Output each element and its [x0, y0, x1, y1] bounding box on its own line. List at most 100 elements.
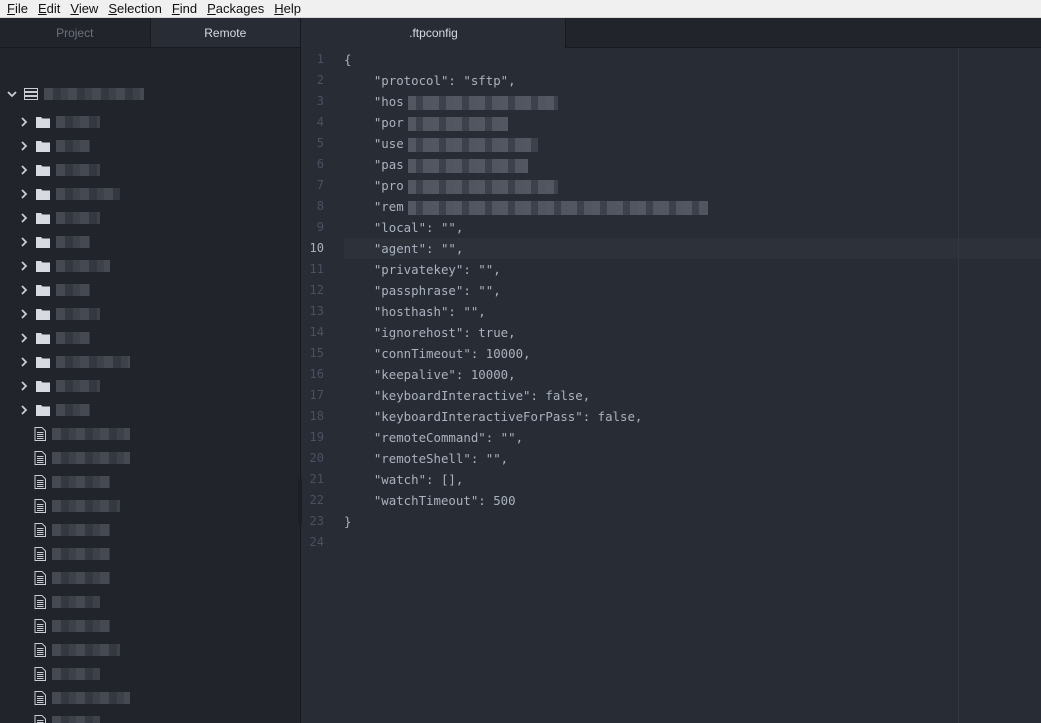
- tree-folder-item[interactable]: [18, 328, 90, 348]
- line-number: 21: [309, 472, 324, 486]
- tree-folder-item[interactable]: [18, 136, 90, 156]
- folder-icon: [36, 333, 50, 344]
- code-text: "hosthash": "",: [344, 304, 486, 319]
- line-number: 2: [316, 73, 324, 87]
- line-number: 1: [316, 52, 324, 66]
- chevron-wrapper: [18, 356, 30, 368]
- editor-tab-ftpconfig[interactable]: .ftpconfig: [302, 18, 566, 48]
- chevron-right-icon: [21, 189, 28, 199]
- tree-file-item[interactable]: [34, 640, 120, 660]
- redacted-name: [56, 116, 100, 128]
- menu-edit[interactable]: Edit: [35, 0, 67, 17]
- code-line: "keyboardInteractive": false,: [344, 385, 1041, 406]
- tree-file-item[interactable]: [34, 544, 110, 564]
- tree-folder-item[interactable]: [18, 280, 90, 300]
- tree-file-item[interactable]: [34, 664, 100, 684]
- menu-find[interactable]: Find: [169, 0, 204, 17]
- file-text-icon: [34, 643, 46, 657]
- tree-file-item[interactable]: [34, 592, 100, 612]
- code-text: "privatekey": "",: [344, 262, 501, 277]
- redacted-value: [407, 95, 558, 110]
- tree-folder-item[interactable]: [18, 376, 100, 396]
- file-text-icon: [34, 523, 46, 537]
- folder-icon: [36, 213, 50, 224]
- menu-view[interactable]: View: [67, 0, 105, 17]
- tree-file-item[interactable]: [34, 496, 120, 516]
- tab-project[interactable]: Project: [0, 18, 150, 47]
- code-line: }: [344, 511, 1041, 532]
- chevron-wrapper: [18, 380, 30, 392]
- line-number: 13: [309, 304, 324, 318]
- code-text: "passphrase": "",: [344, 283, 501, 298]
- file-text-icon: [34, 571, 46, 585]
- menu-selection[interactable]: Selection: [105, 0, 168, 17]
- line-number: 15: [309, 346, 324, 360]
- folder-icon: [36, 261, 50, 272]
- tree-file-item[interactable]: [34, 616, 110, 636]
- tree-root-server[interactable]: [0, 84, 300, 104]
- redacted-name: [44, 88, 144, 100]
- tree-folder-item[interactable]: [18, 208, 100, 228]
- menu-label-rest: ackages: [215, 1, 265, 16]
- redacted-value: [407, 137, 538, 152]
- code-text: "pas: [344, 157, 404, 172]
- menu-label-rest: ind: [179, 1, 198, 16]
- code-text: "keyboardInteractive": false,: [344, 388, 591, 403]
- chevron-right-icon: [21, 117, 28, 127]
- tab-remote[interactable]: Remote: [149, 18, 300, 47]
- tree-folder-item[interactable]: [18, 232, 90, 252]
- tree-file-item[interactable]: [34, 688, 130, 708]
- chevron-right-icon: [21, 333, 28, 343]
- menu-file[interactable]: File: [4, 0, 35, 17]
- code-text: "watch": [],: [344, 472, 464, 487]
- file-text-icon: [34, 499, 46, 513]
- file-text-icon: [34, 451, 46, 465]
- code-text: "pro: [344, 178, 404, 193]
- tree-file-item[interactable]: [34, 424, 130, 444]
- tree-file-item[interactable]: [34, 472, 110, 492]
- menu-label-rest: elp: [283, 1, 301, 16]
- tree-folder-item[interactable]: [18, 400, 90, 420]
- redacted-name: [56, 212, 100, 224]
- code-line: "pro: [344, 175, 1041, 196]
- tree-folder-item[interactable]: [18, 352, 130, 372]
- menu-help[interactable]: Help: [271, 0, 308, 17]
- tree-file-item[interactable]: [34, 520, 110, 540]
- tree-file-item[interactable]: [34, 568, 110, 588]
- tree-folder-item[interactable]: [18, 256, 110, 276]
- chevron-right-icon: [21, 357, 28, 367]
- file-text-icon: [34, 595, 46, 609]
- chevron-wrapper: [18, 164, 30, 176]
- folder-icon: [36, 141, 50, 152]
- folder-icon: [36, 165, 50, 176]
- redacted-name: [52, 572, 110, 584]
- tree-folder-item[interactable]: [18, 160, 100, 180]
- chevron-right-icon: [21, 285, 28, 295]
- line-number: 19: [309, 430, 324, 444]
- wrap-guide: [958, 48, 959, 723]
- server-icon: [24, 88, 38, 100]
- chevron-right-icon: [21, 261, 28, 271]
- tree-folder-item[interactable]: [18, 304, 100, 324]
- redacted-name: [56, 308, 100, 320]
- code-text: "connTimeout": 10000,: [344, 346, 531, 361]
- chevron-wrapper: [18, 188, 30, 200]
- tree-folder-item[interactable]: [18, 112, 100, 132]
- code-line: "hos: [344, 91, 1041, 112]
- tree-file-item[interactable]: [34, 448, 130, 468]
- menu-packages[interactable]: Packages: [204, 0, 271, 17]
- menu-mnemonic: S: [108, 1, 117, 16]
- code-line: "privatekey": "",: [344, 259, 1041, 280]
- tree-file-item[interactable]: [34, 712, 100, 723]
- menu-mnemonic: H: [274, 1, 284, 16]
- code-line: "remoteCommand": "",: [344, 427, 1041, 448]
- chevron-wrapper: [18, 332, 30, 344]
- file-text-icon: [34, 691, 46, 705]
- redacted-name: [52, 692, 130, 704]
- line-number: 7: [316, 178, 324, 192]
- chevron-right-icon: [21, 405, 28, 415]
- redacted-name: [52, 620, 110, 632]
- code-area[interactable]: { "protocol": "sftp", "hos "por "use "pa…: [344, 48, 1041, 723]
- tree-folder-item[interactable]: [18, 184, 120, 204]
- menu-bar: File Edit View Selection Find Packages Help: [0, 0, 1041, 18]
